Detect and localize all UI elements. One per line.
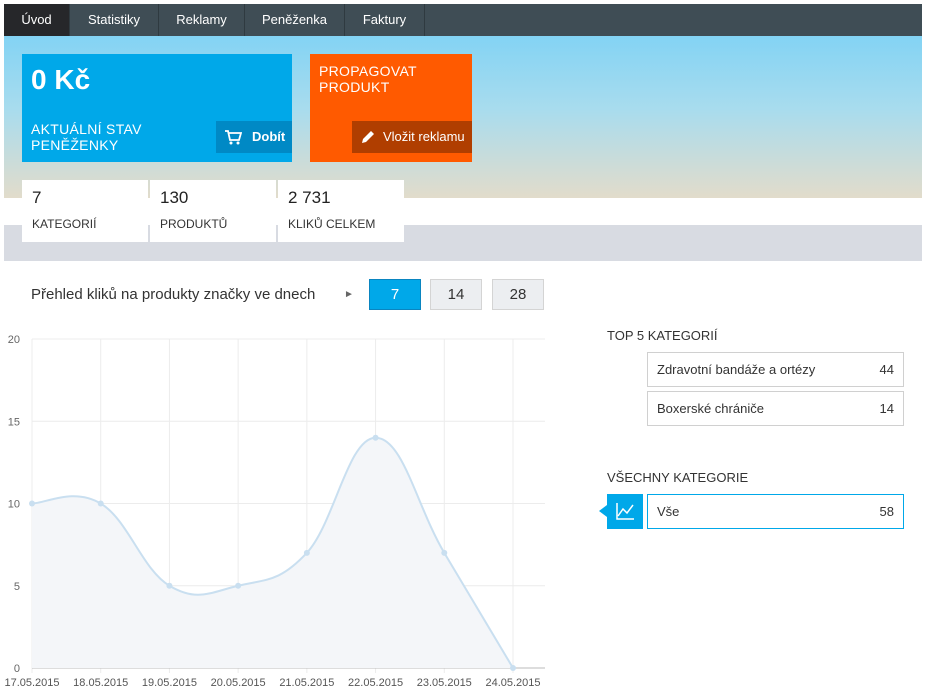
x-tick-label: 17.05.2015 [4, 677, 59, 689]
pointer-triangle [599, 505, 607, 517]
stat-value: 7 [32, 188, 42, 207]
data-point [510, 665, 516, 671]
arrow-right-icon: ► [344, 289, 354, 300]
top5-title: TOP 5 KATEGORIÍ [607, 328, 718, 343]
stat-categories: 7 KATEGORIÍ [22, 180, 148, 242]
tab-faktury[interactable]: Faktury [345, 4, 425, 36]
x-tick-label: 20.05.2015 [211, 677, 266, 689]
data-point [97, 500, 104, 507]
category-item[interactable]: Boxerské chrániče 14 [647, 391, 904, 426]
all-categories-title: VŠECHNY KATEGORIE [607, 470, 749, 485]
add-ad-button[interactable]: Vložit reklamu [352, 121, 472, 153]
stat-label: KLIKŮ CELKEM [288, 217, 376, 231]
x-tick-label: 18.05.2015 [73, 677, 128, 689]
wallet-amount: 0 Kč [31, 64, 91, 95]
y-tick-label: 20 [8, 334, 20, 346]
clicks-chart: 0 5 10 15 20 17.05.2015 18.05.2015 19.05.2015 20… [4, 334, 545, 689]
range-28-button[interactable]: 28 [492, 279, 544, 310]
data-point [441, 549, 448, 556]
add-ad-label: Vložit reklamu [383, 129, 465, 144]
y-tick-label: 5 [14, 581, 20, 593]
series-area [32, 437, 513, 668]
data-point [235, 582, 242, 589]
category-name: Boxerské chrániče [657, 401, 764, 416]
category-name: Vše [657, 504, 680, 519]
category-count: 44 [879, 362, 894, 377]
stat-label: PRODUKTŮ [160, 217, 228, 231]
stat-value: 130 [160, 188, 189, 207]
wallet-label: AKTUÁLNÍ STAV PENĚŽENKY [31, 121, 142, 153]
tab-penezenka[interactable]: Peněženka [245, 4, 345, 36]
topup-label: Dobít [252, 129, 286, 144]
tab-uvod[interactable]: Úvod [4, 4, 70, 36]
all-chart-button[interactable] [599, 494, 643, 529]
category-count: 14 [879, 401, 894, 416]
stat-clicks: 2 731 KLIKŮ CELKEM [278, 180, 404, 242]
pencil-icon [362, 131, 374, 143]
range-7-button[interactable]: 7 [369, 279, 421, 310]
promo-card: PROPAGOVAT PRODUKT Vložit reklamu [310, 54, 472, 162]
y-tick-label: 15 [8, 416, 20, 428]
category-item[interactable]: Zdravotní bandáže a ortézy 44 [647, 352, 904, 387]
data-point [372, 434, 379, 441]
promo-label: PROPAGOVAT PRODUKT [319, 63, 417, 95]
wallet-card: 0 Kč AKTUÁLNÍ STAV PENĚŽENKY Dobít [22, 54, 292, 162]
top-nav: Úvod Statistiky Reklamy Peněženka Faktur… [4, 4, 922, 36]
stat-value: 2 731 [288, 188, 331, 207]
line-chart-icon [616, 503, 634, 520]
cart-icon [225, 130, 242, 145]
category-item-all[interactable]: Vše 58 [647, 494, 904, 529]
category-name: Zdravotní bandáže a ortézy [657, 362, 816, 377]
x-tick-label: 23.05.2015 [417, 677, 472, 689]
x-tick-label: 22.05.2015 [348, 677, 403, 689]
y-tick-label: 10 [8, 499, 20, 511]
topup-button[interactable]: Dobít [216, 121, 292, 153]
data-point [29, 500, 35, 507]
x-tick-label: 19.05.2015 [142, 677, 197, 689]
data-point [166, 582, 173, 589]
x-tick-label: 21.05.2015 [279, 677, 334, 689]
overview-title: Přehled kliků na produkty značky ve dnec… [31, 286, 316, 303]
x-tick-label: 24.05.2015 [485, 677, 540, 689]
category-count: 58 [879, 504, 894, 519]
data-point [303, 549, 310, 556]
tab-statistiky[interactable]: Statistiky [70, 4, 159, 36]
stat-label: KATEGORIÍ [32, 217, 97, 231]
tab-reklamy[interactable]: Reklamy [159, 4, 245, 36]
range-14-button[interactable]: 14 [430, 279, 482, 310]
y-tick-label: 0 [14, 663, 20, 675]
stat-products: 130 PRODUKTŮ [150, 180, 276, 242]
